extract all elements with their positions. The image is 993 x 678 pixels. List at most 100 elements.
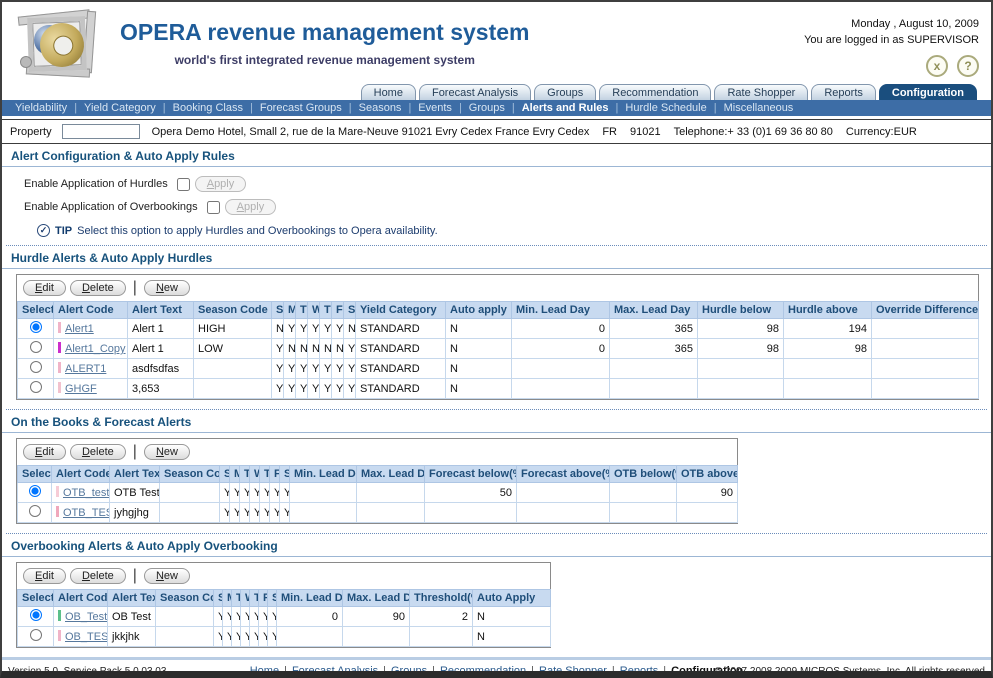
row-select-radio[interactable] <box>30 609 42 621</box>
table-row: Alert1Alert 1HIGHNYYYYYNSTANDARDN0365981… <box>18 319 979 339</box>
close-button[interactable]: x <box>926 55 948 77</box>
overbooking-alerts-panel: Edit Delete | New SelectAlert CodeAlert … <box>16 562 551 648</box>
row-select-radio[interactable] <box>29 505 41 517</box>
tab-bar: HomeForecast AnalysisGroupsRecommendatio… <box>2 82 991 100</box>
row-select-radio[interactable] <box>30 381 42 393</box>
alert-code-link[interactable]: GHGF <box>65 383 97 395</box>
tab-recommendation[interactable]: Recommendation <box>599 84 711 100</box>
footer-link-groups[interactable]: Groups <box>391 665 427 677</box>
edit-button[interactable]: Edit <box>23 444 66 460</box>
edit-button[interactable]: Edit <box>23 280 66 296</box>
cell: 90 <box>677 483 738 503</box>
tab-configuration[interactable]: Configuration <box>879 84 977 100</box>
cell <box>343 627 410 647</box>
subnav-item-events[interactable]: Events <box>411 100 459 116</box>
alert-code-cell: OTB_test <box>52 483 110 503</box>
tip-text: Select this option to apply Hurdles and … <box>77 225 438 237</box>
alert-code-link[interactable]: OTB_TEST <box>63 507 110 519</box>
footer-link-home[interactable]: Home <box>250 665 279 677</box>
subnav-item-yield-category[interactable]: Yield Category <box>77 100 163 116</box>
cell: Y <box>241 607 250 627</box>
cell: N <box>272 319 284 339</box>
property-info-segment: FR <box>602 126 617 138</box>
alert-code-cell: ALERT1 <box>54 359 128 379</box>
row-select-radio[interactable] <box>30 321 42 333</box>
cell: Y <box>220 483 230 503</box>
subnav-bar: Yieldability|Yield Category|Booking Clas… <box>2 100 991 116</box>
column-header: Alert Text <box>108 590 156 607</box>
column-header: Alert Text <box>128 302 194 319</box>
row-select-radio[interactable] <box>30 341 42 353</box>
alert-color-bar <box>58 342 61 353</box>
tab-reports[interactable]: Reports <box>811 84 876 100</box>
footer-separator: | <box>284 665 287 677</box>
subnav-item-miscellaneous[interactable]: Miscellaneous <box>717 100 801 116</box>
column-header: Season Code <box>156 590 214 607</box>
tab-rate-shopper[interactable]: Rate Shopper <box>714 84 808 100</box>
enable-overbookings-checkbox[interactable] <box>207 201 220 214</box>
new-button[interactable]: New <box>144 568 190 584</box>
apply-hurdles-button[interactable]: Apply <box>195 176 247 192</box>
alert-color-bar <box>58 630 61 641</box>
select-cell <box>18 503 52 523</box>
section-heading-hurdle-alerts: Hurdle Alerts & Auto Apply Hurdles <box>2 246 991 269</box>
alerts-table-ob: SelectAlert CodeAlert TextSeason CodeSMT… <box>17 589 551 647</box>
cell <box>512 379 610 399</box>
footer-link-recommendation[interactable]: Recommendation <box>440 665 526 677</box>
column-header: S <box>344 302 356 319</box>
cell <box>517 483 610 503</box>
subnav-item-groups[interactable]: Groups <box>462 100 512 116</box>
enable-hurdles-checkbox[interactable] <box>177 178 190 191</box>
subnav-item-seasons[interactable]: Seasons <box>352 100 409 116</box>
delete-button[interactable]: Delete <box>70 444 126 460</box>
property-input[interactable] <box>62 124 140 139</box>
new-button[interactable]: New <box>144 444 190 460</box>
delete-button[interactable]: Delete <box>70 568 126 584</box>
alert-code-link[interactable]: OB_Test <box>65 611 107 623</box>
apply-overbookings-button[interactable]: Apply <box>225 199 277 215</box>
opera-window: OPERA revenue management system world's … <box>0 0 993 678</box>
table-row: GHGF3,653YYYYYYYSTANDARDN <box>18 379 979 399</box>
row-select-radio[interactable] <box>29 485 41 497</box>
help-button[interactable]: ? <box>957 55 979 77</box>
app-titles: OPERA revenue management system world's … <box>120 19 529 67</box>
alert-code-link[interactable]: ALERT1 <box>65 363 106 375</box>
column-header: Min. Lead Day <box>512 302 610 319</box>
cell: Y <box>344 339 356 359</box>
row-select-radio[interactable] <box>30 361 42 373</box>
cell: N <box>284 339 296 359</box>
edit-button[interactable]: Edit <box>23 568 66 584</box>
cell: Alert 1 <box>128 319 194 339</box>
alert-code-link[interactable]: Alert1_Copy <box>65 343 126 355</box>
footer-link-rate-shopper[interactable]: Rate Shopper <box>539 665 607 677</box>
row-select-radio[interactable] <box>30 629 42 641</box>
alert-code-link[interactable]: OTB_test <box>63 487 109 499</box>
footer-separator: | <box>663 665 666 677</box>
new-button[interactable]: New <box>144 280 190 296</box>
cell: Y <box>220 503 230 523</box>
tab-groups[interactable]: Groups <box>534 84 596 100</box>
column-header: Alert Code <box>54 590 108 607</box>
alert-code-link[interactable]: Alert1 <box>65 323 94 335</box>
cell <box>160 503 220 523</box>
subnav-item-hurdle-schedule[interactable]: Hurdle Schedule <box>618 100 713 116</box>
alert-code-link[interactable]: OB_TEST <box>65 631 108 643</box>
table-row: OTB_testOTB TestYYYYYYY5090 <box>18 483 738 503</box>
subnav-item-forecast-groups[interactable]: Forecast Groups <box>253 100 349 116</box>
alert-color-bar <box>58 382 61 393</box>
subnav-item-alerts-and-rules[interactable]: Alerts and Rules <box>515 100 616 116</box>
subnav-item-booking-class[interactable]: Booking Class <box>166 100 250 116</box>
select-cell <box>18 339 54 359</box>
tab-home[interactable]: Home <box>361 84 416 100</box>
footer-link-forecast-analysis[interactable]: Forecast Analysis <box>292 665 378 677</box>
tab-forecast-analysis[interactable]: Forecast Analysis <box>419 84 531 100</box>
delete-button[interactable]: Delete <box>70 280 126 296</box>
cell <box>425 503 517 523</box>
subnav-item-yieldability[interactable]: Yieldability <box>8 100 74 116</box>
cell: Y <box>332 319 344 339</box>
cell: STANDARD <box>356 319 446 339</box>
enable-hurdles-row: Enable Application of HurdlesApply <box>24 176 991 192</box>
footer-link-reports[interactable]: Reports <box>620 665 659 677</box>
cell: 98 <box>698 319 784 339</box>
app-header: OPERA revenue management system world's … <box>2 2 991 82</box>
